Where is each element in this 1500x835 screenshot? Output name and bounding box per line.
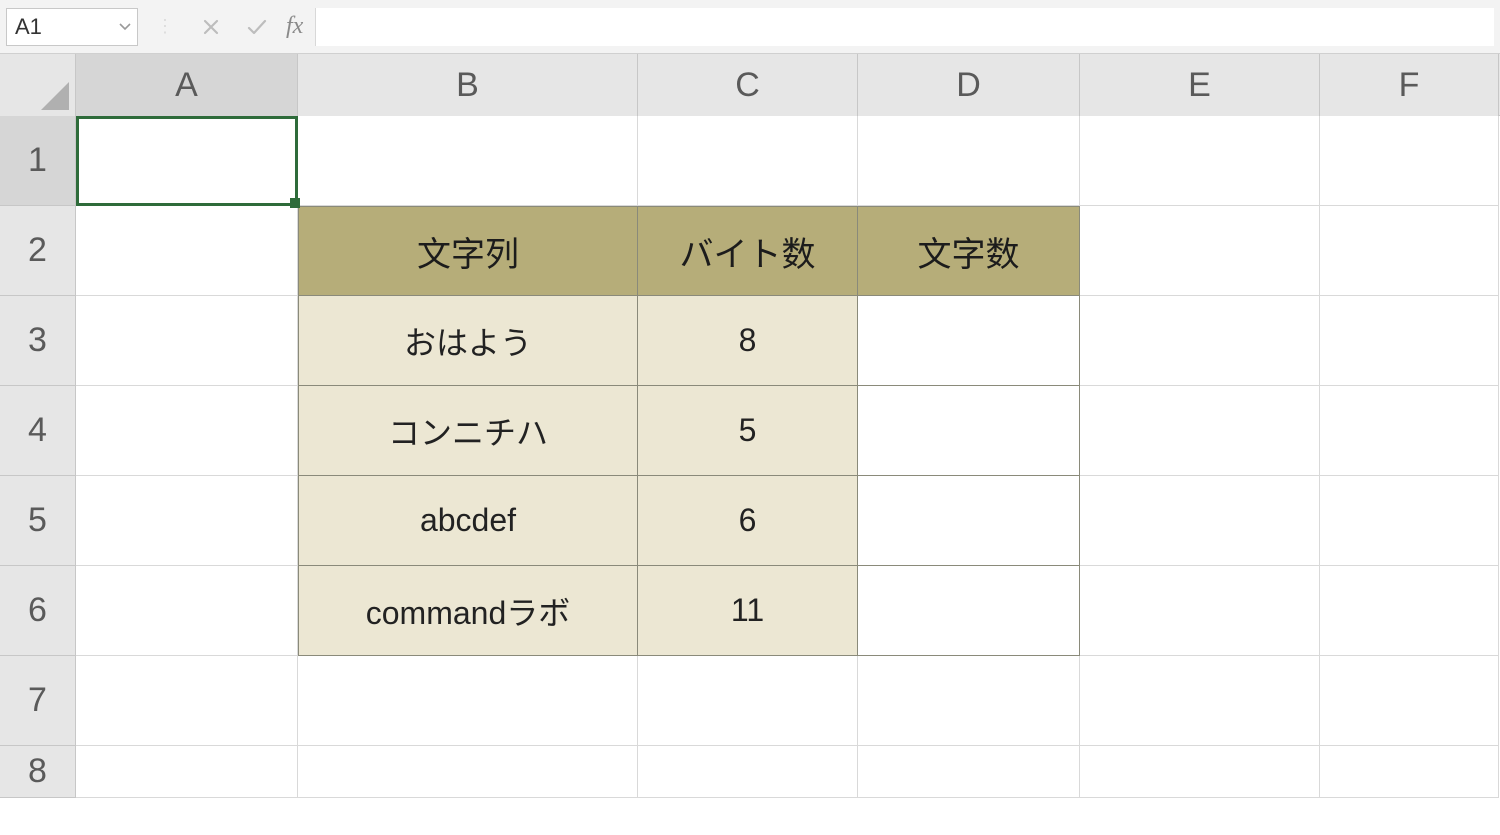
column-header-F[interactable]: F [1320, 54, 1499, 116]
chevron-down-icon[interactable] [119, 23, 131, 31]
row-header-2[interactable]: 2 [0, 206, 76, 296]
cell-D8[interactable] [858, 746, 1080, 798]
cell-F8[interactable] [1320, 746, 1499, 798]
cell-C2[interactable]: バイト数 [638, 206, 858, 296]
column-header-A[interactable]: A [76, 54, 298, 116]
formula-bar: A1 ⋮ fx [0, 0, 1500, 54]
cell-E4[interactable] [1080, 386, 1320, 476]
cell-C1[interactable] [638, 116, 858, 206]
column-header-E[interactable]: E [1080, 54, 1320, 116]
row-header-4[interactable]: 4 [0, 386, 76, 476]
formula-input[interactable] [315, 8, 1494, 46]
cell-A6[interactable] [76, 566, 298, 656]
cell-C3[interactable]: 8 [638, 296, 858, 386]
cell-C5[interactable]: 6 [638, 476, 858, 566]
cell-A4[interactable] [76, 386, 298, 476]
enter-formula-button[interactable] [238, 8, 276, 46]
cell-F7[interactable] [1320, 656, 1499, 746]
cell-E6[interactable] [1080, 566, 1320, 656]
row-8: 8 [0, 746, 1500, 798]
cell-F4[interactable] [1320, 386, 1499, 476]
cell-A1[interactable] [76, 116, 298, 206]
cell-C8[interactable] [638, 746, 858, 798]
cell-F3[interactable] [1320, 296, 1499, 386]
cell-F6[interactable] [1320, 566, 1499, 656]
cell-C6[interactable]: 11 [638, 566, 858, 656]
formula-bar-divider-icon: ⋮ [146, 8, 184, 46]
cell-B4[interactable]: コンニチハ [298, 386, 638, 476]
cell-B3[interactable]: おはよう [298, 296, 638, 386]
cell-E8[interactable] [1080, 746, 1320, 798]
name-box[interactable]: A1 [6, 8, 138, 46]
cell-B1[interactable] [298, 116, 638, 206]
cell-D2[interactable]: 文字数 [858, 206, 1080, 296]
cell-A5[interactable] [76, 476, 298, 566]
row-header-1[interactable]: 1 [0, 116, 76, 206]
cell-D3[interactable] [858, 296, 1080, 386]
cell-B6[interactable]: commandラボ [298, 566, 638, 656]
cell-E7[interactable] [1080, 656, 1320, 746]
cell-B5[interactable]: abcdef [298, 476, 638, 566]
name-box-value: A1 [7, 14, 42, 40]
select-all-button[interactable] [0, 54, 76, 116]
cell-A2[interactable] [76, 206, 298, 296]
row-header-3[interactable]: 3 [0, 296, 76, 386]
cell-D4[interactable] [858, 386, 1080, 476]
cell-B8[interactable] [298, 746, 638, 798]
cell-C7[interactable] [638, 656, 858, 746]
cell-E2[interactable] [1080, 206, 1320, 296]
rows-container: 1 2 文字列 バイト数 文字数 3 おはよう 8 [0, 116, 1500, 798]
cell-A7[interactable] [76, 656, 298, 746]
row-2: 2 文字列 バイト数 文字数 [0, 206, 1500, 296]
cell-A3[interactable] [76, 296, 298, 386]
cell-F1[interactable] [1320, 116, 1499, 206]
cancel-formula-button[interactable] [192, 8, 230, 46]
row-4: 4 コンニチハ 5 [0, 386, 1500, 476]
row-7: 7 [0, 656, 1500, 746]
row-3: 3 おはよう 8 [0, 296, 1500, 386]
cell-E5[interactable] [1080, 476, 1320, 566]
row-header-8[interactable]: 8 [0, 746, 76, 798]
cell-D7[interactable] [858, 656, 1080, 746]
cell-D1[interactable] [858, 116, 1080, 206]
cell-D5[interactable] [858, 476, 1080, 566]
cell-F2[interactable] [1320, 206, 1499, 296]
cell-D6[interactable] [858, 566, 1080, 656]
column-header-C[interactable]: C [638, 54, 858, 116]
row-1: 1 [0, 116, 1500, 206]
cell-B2[interactable]: 文字列 [298, 206, 638, 296]
insert-function-button[interactable]: fx [284, 13, 307, 40]
column-header-B[interactable]: B [298, 54, 638, 116]
row-6: 6 commandラボ 11 [0, 566, 1500, 656]
column-headers: A B C D E F [0, 54, 1500, 116]
cell-B7[interactable] [298, 656, 638, 746]
cell-E1[interactable] [1080, 116, 1320, 206]
column-header-D[interactable]: D [858, 54, 1080, 116]
cell-E3[interactable] [1080, 296, 1320, 386]
row-header-5[interactable]: 5 [0, 476, 76, 566]
row-header-7[interactable]: 7 [0, 656, 76, 746]
cell-F5[interactable] [1320, 476, 1499, 566]
worksheet: A B C D E F 1 2 文字列 バイト数 文字数 3 [0, 54, 1500, 835]
cell-C4[interactable]: 5 [638, 386, 858, 476]
row-header-6[interactable]: 6 [0, 566, 76, 656]
row-5: 5 abcdef 6 [0, 476, 1500, 566]
cell-A8[interactable] [76, 746, 298, 798]
